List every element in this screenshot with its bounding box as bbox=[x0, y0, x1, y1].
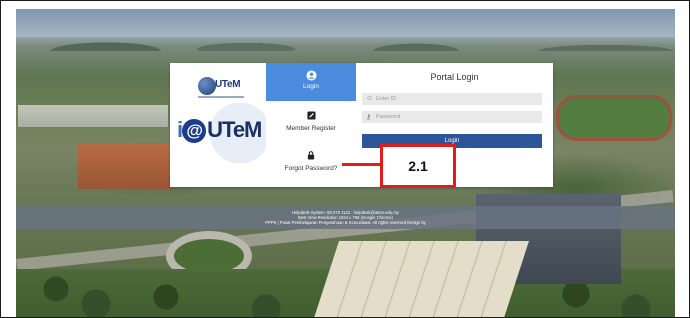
form-title: Portal Login bbox=[430, 72, 479, 82]
iutem-logo-text: UTeM bbox=[207, 117, 262, 142]
footer-copyright: PPPK | Pusat Pembelajaran Pengetahuan & … bbox=[265, 220, 426, 225]
user-id-input[interactable] bbox=[376, 93, 536, 105]
at-icon: @ bbox=[182, 119, 207, 144]
password-input[interactable] bbox=[376, 111, 536, 123]
globe-icon bbox=[198, 77, 216, 95]
login-card: UTeM i @ UTeM Login Member Register Forg… bbox=[170, 63, 553, 187]
footer-bar: Helpdesk System: 06-270 1141 : helpdesk@… bbox=[16, 206, 675, 229]
plaza bbox=[313, 241, 529, 317]
user-id-field[interactable]: ☺ bbox=[362, 93, 542, 105]
iutem-logo: i @ UTeM bbox=[177, 115, 262, 145]
building-left bbox=[78, 144, 173, 189]
utem-logo: UTeM bbox=[198, 77, 244, 98]
nav-login-label: Login bbox=[303, 83, 319, 90]
utem-logo-text: UTeM bbox=[215, 79, 241, 90]
annotation-box: 2.1 bbox=[380, 144, 456, 188]
annotation-label: 2.1 bbox=[408, 158, 428, 174]
lock-icon bbox=[307, 151, 315, 160]
running-track bbox=[556, 95, 672, 141]
nav-login[interactable]: Login bbox=[266, 63, 356, 101]
building-left-far bbox=[18, 105, 168, 127]
brand-panel: UTeM i @ UTeM bbox=[170, 63, 266, 187]
user-icon bbox=[305, 70, 317, 81]
user-field-icon: ☺ bbox=[366, 95, 374, 102]
screenshot-frame: UTeM i @ UTeM Login Member Register Forg… bbox=[0, 0, 690, 318]
logo-underline bbox=[198, 96, 244, 98]
password-field[interactable]: ⚷ bbox=[362, 111, 542, 123]
key-icon: ⚷ bbox=[366, 114, 372, 121]
edit-icon bbox=[306, 111, 316, 120]
nav-member-register[interactable]: Member Register bbox=[266, 107, 356, 141]
annotation-connector bbox=[342, 163, 382, 166]
login-nav: Login Member Register Forgot Password? bbox=[266, 63, 356, 187]
nav-forgot-label: Forgot Password? bbox=[284, 165, 338, 172]
hills bbox=[16, 27, 675, 51]
nav-register-label: Member Register bbox=[286, 125, 336, 132]
